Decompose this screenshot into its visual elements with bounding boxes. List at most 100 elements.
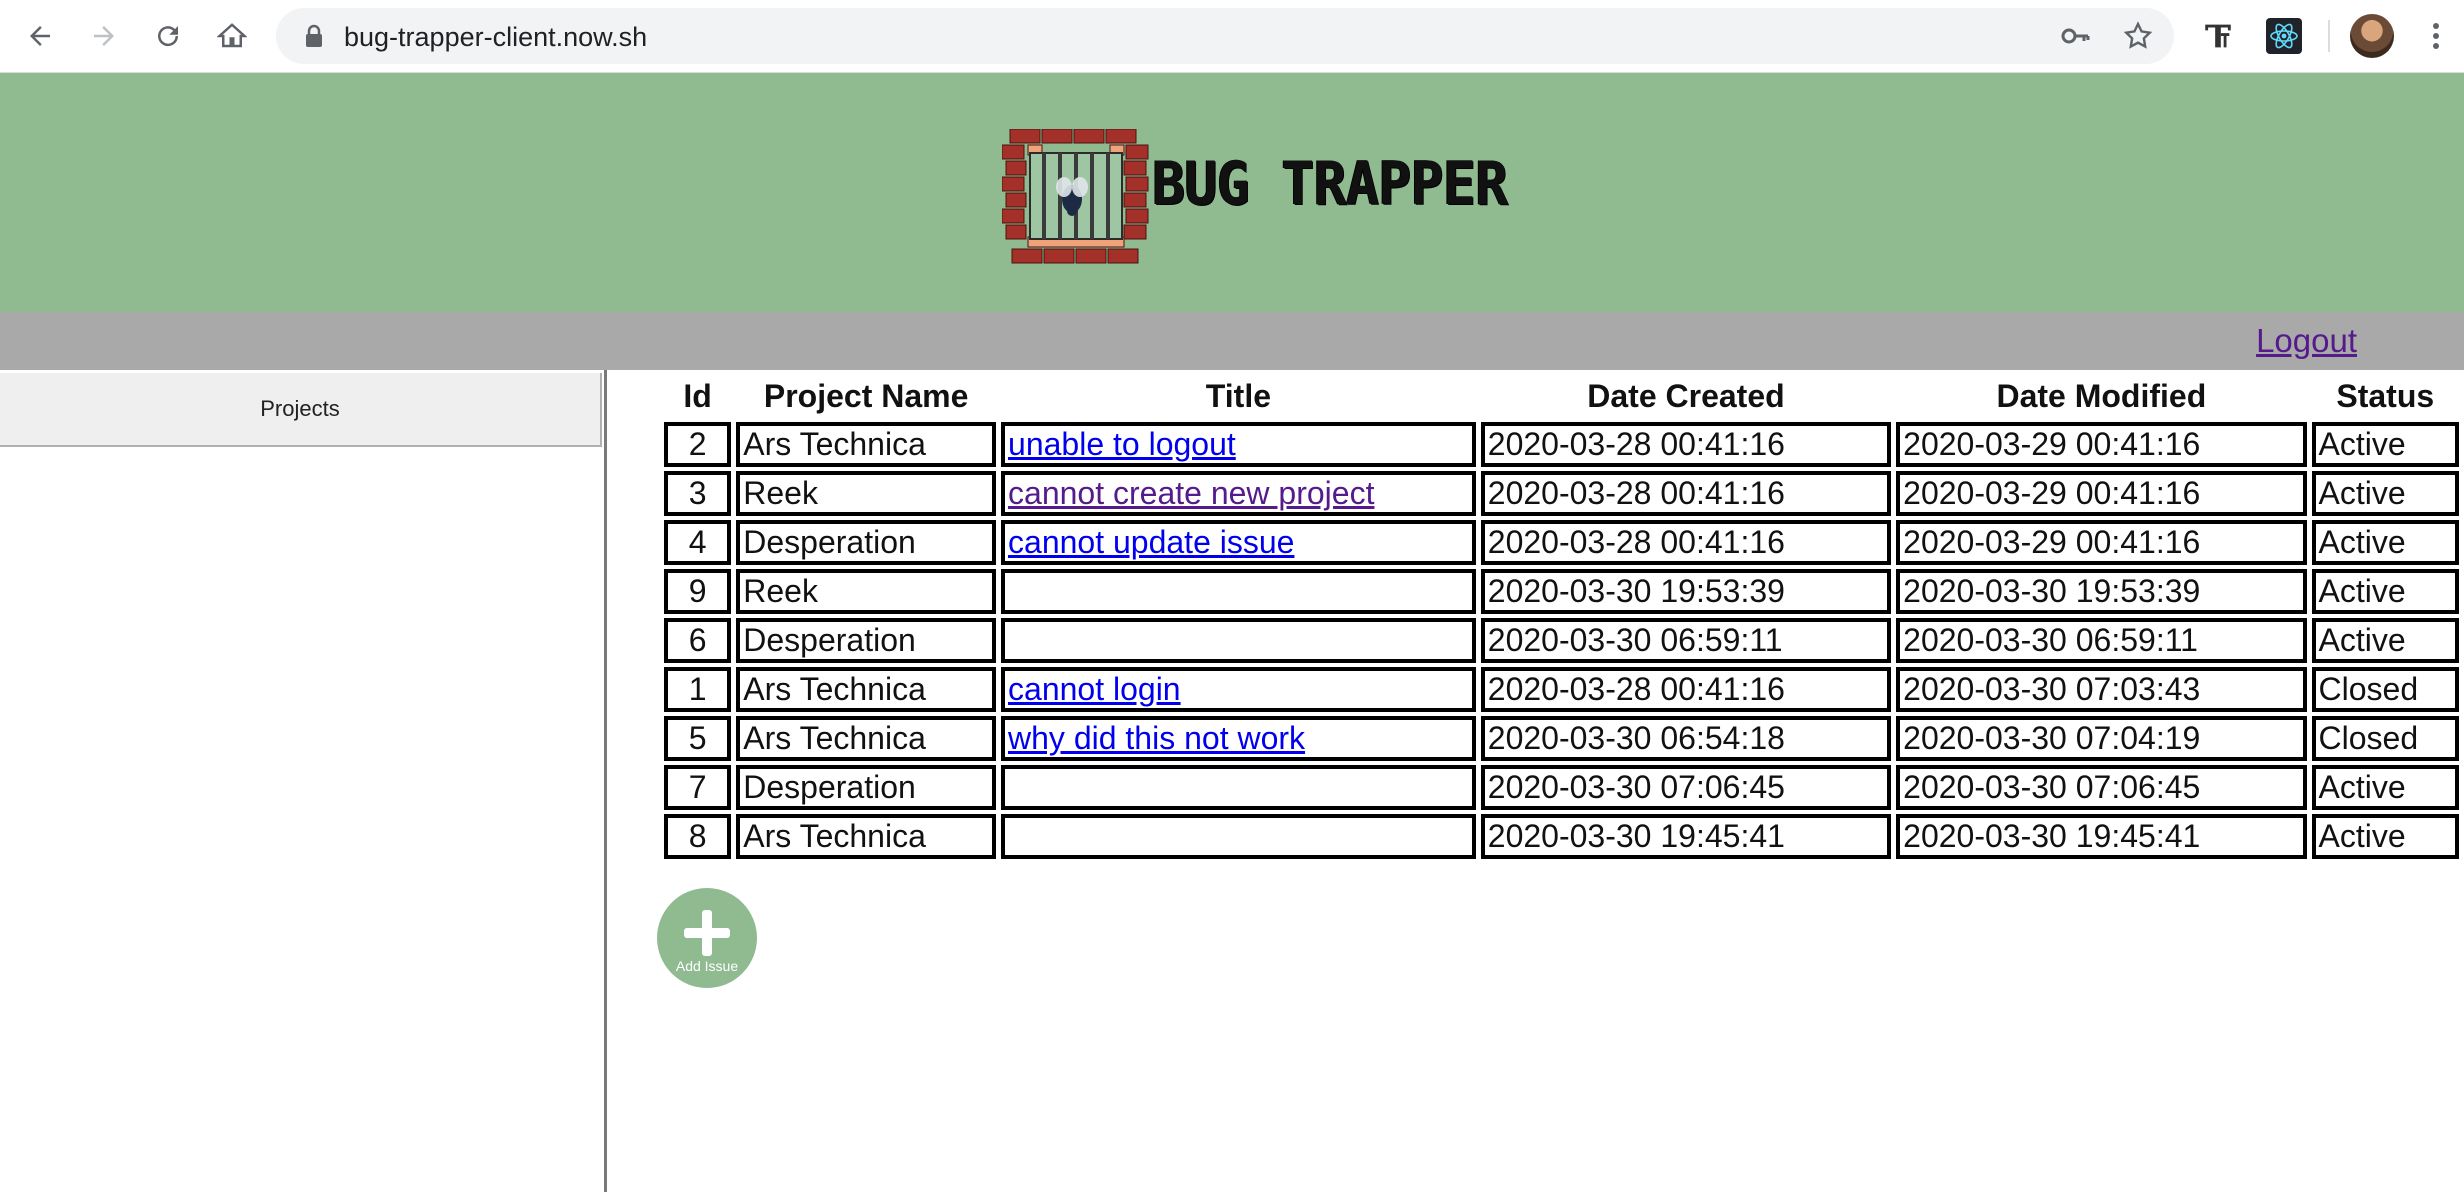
cell-date-modified: 2020-03-29 00:41:16 xyxy=(1896,422,2307,467)
cell-id: 5 xyxy=(664,716,732,761)
cell-id: 1 xyxy=(664,667,732,712)
cell-date-created: 2020-03-28 00:41:16 xyxy=(1480,422,1892,467)
column-header-id[interactable]: Id xyxy=(664,376,731,418)
cell-date-created: 2020-03-30 07:06:45 xyxy=(1480,765,1892,810)
cell-project-name: Ars Technica xyxy=(736,422,997,467)
react-devtools-icon[interactable] xyxy=(2264,16,2304,56)
cell-status: Active xyxy=(2311,618,2459,663)
cell-title xyxy=(1001,814,1476,859)
app-title: BUG TRAPPER xyxy=(1152,149,1508,219)
cell-project-name: Desperation xyxy=(736,520,997,565)
table-row: 2 Ars Technica unable to logout 2020-03-28 … xyxy=(664,422,2459,467)
cell-project-name: Desperation xyxy=(736,765,997,810)
action-bar: Logout xyxy=(0,312,2464,370)
cell-date-created: 2020-03-28 00:41:16 xyxy=(1480,520,1892,565)
toolbar-divider xyxy=(2328,20,2330,52)
issue-title-link[interactable]: cannot login xyxy=(1008,671,1181,707)
table-header-row: Id Project Name Title Date Created Date … xyxy=(664,376,2459,418)
cell-date-created: 2020-03-28 00:41:16 xyxy=(1480,471,1892,516)
cell-status: Active xyxy=(2311,520,2459,565)
cell-date-created: 2020-03-30 19:53:39 xyxy=(1480,569,1892,614)
browser-toolbar: bug-trapper-client.now.sh xyxy=(0,0,2464,73)
cell-project-name: Reek xyxy=(736,569,997,614)
plus-icon-bar xyxy=(684,928,730,938)
table-row: 1 Ars Technica cannot login 2020-03-28 00:4… xyxy=(664,667,2459,712)
table-row: 5 Ars Technica why did this not work 2020-0… xyxy=(664,716,2459,761)
cell-date-created: 2020-03-28 00:41:16 xyxy=(1480,667,1892,712)
reload-icon[interactable] xyxy=(148,16,188,56)
logout-link[interactable]: Logout xyxy=(2256,322,2357,360)
cell-date-modified: 2020-03-30 19:53:39 xyxy=(1896,569,2307,614)
table-row: 3 Reek cannot create new project 2020-03-28… xyxy=(664,471,2459,516)
cell-status: Active xyxy=(2311,471,2459,516)
forward-arrow-icon[interactable] xyxy=(84,16,124,56)
issues-panel: Id Project Name Title Date Created Date … xyxy=(607,370,2464,1192)
lock-icon xyxy=(304,24,324,53)
cell-date-modified: 2020-03-30 07:06:45 xyxy=(1896,765,2307,810)
key-icon[interactable] xyxy=(2060,22,2090,55)
cell-id: 2 xyxy=(664,422,732,467)
cell-id: 7 xyxy=(664,765,732,810)
cell-title xyxy=(1001,765,1476,810)
cell-project-name: Desperation xyxy=(736,618,997,663)
cell-id: 8 xyxy=(664,814,732,859)
header-banner: BUG TRAPPER xyxy=(0,73,2464,312)
cell-date-modified: 2020-03-30 07:04:19 xyxy=(1896,716,2307,761)
cell-date-created: 2020-03-30 06:54:18 xyxy=(1480,716,1892,761)
column-header-date-created[interactable]: Date Created xyxy=(1481,376,1891,418)
cell-date-created: 2020-03-30 19:45:41 xyxy=(1480,814,1892,859)
column-header-date-modified[interactable]: Date Modified xyxy=(1896,376,2306,418)
url-text: bug-trapper-client.now.sh xyxy=(344,22,648,52)
issue-title-link[interactable]: why did this not work xyxy=(1008,720,1305,756)
cell-date-modified: 2020-03-30 06:59:11 xyxy=(1896,618,2307,663)
cell-status: Active xyxy=(2311,569,2459,614)
cell-date-modified: 2020-03-29 00:41:16 xyxy=(1896,520,2307,565)
menu-kebab-icon[interactable] xyxy=(2416,16,2456,56)
table-row: 4 Desperation cannot update issue 2020-03-2… xyxy=(664,520,2459,565)
jail-cell-logo-icon xyxy=(1001,128,1150,265)
issue-title-link[interactable]: cannot update issue xyxy=(1008,524,1294,560)
cell-id: 4 xyxy=(664,520,732,565)
cell-date-modified: 2020-03-30 19:45:41 xyxy=(1896,814,2307,859)
cell-project-name: Ars Technica xyxy=(736,667,997,712)
cell-date-modified: 2020-03-29 00:41:16 xyxy=(1896,471,2307,516)
cell-project-name: Reek xyxy=(736,471,997,516)
add-issue-label: Add Issue xyxy=(675,958,739,974)
issue-title-link[interactable]: unable to logout xyxy=(1008,426,1236,462)
cell-project-name: Ars Technica xyxy=(736,814,997,859)
cell-title: cannot login xyxy=(1001,667,1476,712)
cell-project-name: Ars Technica xyxy=(736,716,997,761)
profile-avatar[interactable] xyxy=(2350,14,2394,58)
cell-title xyxy=(1001,569,1476,614)
cell-date-created: 2020-03-30 06:59:11 xyxy=(1480,618,1892,663)
cell-title: cannot update issue xyxy=(1001,520,1476,565)
cell-title: unable to logout xyxy=(1001,422,1476,467)
table-row: 6 Desperation 2020-03-30 06:59:11 2020-03-3… xyxy=(664,618,2459,663)
table-row: 8 Ars Technica 2020-03-30 19:45:41 2020-03-… xyxy=(664,814,2459,859)
cell-id: 6 xyxy=(664,618,732,663)
cell-status: Closed xyxy=(2311,716,2459,761)
column-header-status[interactable]: Status xyxy=(2312,376,2459,418)
cell-status: Active xyxy=(2311,765,2459,810)
address-bar[interactable]: bug-trapper-client.now.sh xyxy=(276,8,2174,64)
cell-date-modified: 2020-03-30 07:03:43 xyxy=(1896,667,2307,712)
issues-table: Id Project Name Title Date Created Date … xyxy=(659,372,2464,863)
table-row: 9 Reek 2020-03-30 19:53:39 2020-03-30 19:53… xyxy=(664,569,2459,614)
table-row: 7 Desperation 2020-03-30 07:06:45 2020-03-3… xyxy=(664,765,2459,810)
home-icon[interactable] xyxy=(212,16,252,56)
cell-id: 3 xyxy=(664,471,732,516)
bookmark-star-icon[interactable] xyxy=(2122,20,2154,57)
extension-t-icon[interactable] xyxy=(2198,16,2238,56)
back-arrow-icon[interactable] xyxy=(20,16,60,56)
cell-status: Closed xyxy=(2311,667,2459,712)
cell-status: Active xyxy=(2311,422,2459,467)
cell-status: Active xyxy=(2311,814,2459,859)
cell-title: cannot create new project xyxy=(1001,471,1476,516)
sidebar: Projects xyxy=(0,370,607,1192)
sidebar-tab-projects[interactable]: Projects xyxy=(0,373,602,447)
add-issue-button[interactable]: Add Issue xyxy=(657,888,757,988)
cell-title: why did this not work xyxy=(1001,716,1476,761)
column-header-project-name[interactable]: Project Name xyxy=(736,376,996,418)
issue-title-link[interactable]: cannot create new project xyxy=(1008,475,1374,511)
column-header-title[interactable]: Title xyxy=(1001,376,1476,418)
